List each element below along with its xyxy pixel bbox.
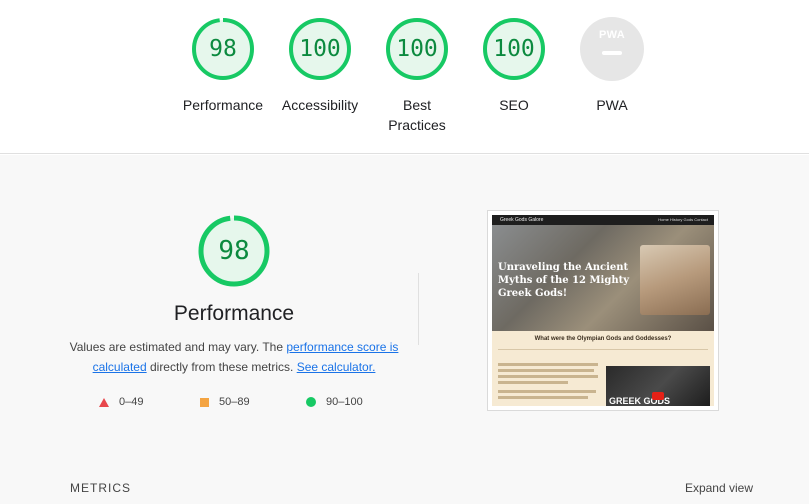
pwa-badge-icon: PWA [580, 17, 644, 81]
category-gauges-bar: 98 Performance 100 Accessibility 100 Bes… [0, 0, 809, 154]
gauge-score: 100 [299, 36, 341, 62]
square-icon [200, 397, 209, 407]
divider [418, 273, 419, 345]
triangle-icon [99, 397, 109, 407]
performance-description: Values are estimated and may vary. The p… [60, 337, 408, 377]
legend-label: 0–49 [119, 396, 144, 408]
gauge-ring: 100 [288, 17, 352, 81]
final-screenshot[interactable]: Greek Gods Galore Home History Gods Cont… [487, 210, 719, 411]
painting-image [640, 245, 710, 315]
pwa-bar [602, 51, 622, 55]
gauge-ring: 98 [191, 17, 255, 81]
gauge-label: PWA [596, 97, 628, 113]
legend-fail: 0–49 [99, 395, 143, 409]
performance-gauge: 98 [198, 215, 270, 287]
legend-label: 90–100 [326, 396, 363, 408]
pwa-badge-text: PWA [599, 29, 625, 41]
see-calculator-link[interactable]: See calculator. [297, 360, 376, 374]
desc-text: directly from these metrics. [146, 360, 297, 374]
gauge-label: Best Practices [388, 97, 446, 133]
circle-icon [306, 397, 316, 408]
desc-text: Values are estimated and may vary. The [69, 340, 287, 354]
screenshot-hero: Unraveling the Ancient Myths of the 12 M… [492, 225, 714, 331]
gauge-ring: 100 [385, 17, 449, 81]
play-icon [652, 392, 664, 400]
screenshot-image: Greek Gods Galore Home History Gods Cont… [492, 215, 714, 406]
gauge-score: 100 [396, 36, 438, 62]
screenshot-nav: Greek Gods Galore Home History Gods Cont… [492, 215, 714, 225]
expand-view-button[interactable]: Expand view [685, 481, 753, 495]
screenshot-section-title: What were the Olympian Gods and Goddesse… [534, 336, 672, 342]
gauge-accessibility[interactable]: 100 Accessibility [272, 17, 368, 115]
gauge-ring: 100 [482, 17, 546, 81]
legend-average: 50–89 [200, 395, 250, 409]
gauge-score: 98 [209, 36, 237, 62]
gauge-performance[interactable]: 98 Performance [175, 17, 271, 115]
performance-section: 98 Performance Values are estimated and … [0, 155, 809, 504]
legend-label: 50–89 [219, 396, 250, 408]
performance-score: 98 [218, 236, 250, 266]
screenshot-nav-links: Home History Gods Contact [658, 217, 708, 222]
gauge-label: SEO [499, 97, 529, 113]
gauge-label: Performance [182, 97, 264, 113]
performance-title: Performance [173, 302, 295, 325]
screenshot-video: GREEK GODS [606, 366, 710, 406]
screenshot-body-text [498, 363, 602, 399]
legend-pass: 90–100 [306, 395, 363, 409]
screenshot-brand: Greek Gods Galore [500, 217, 544, 223]
metrics-heading: METRICS [70, 481, 131, 495]
gauge-score: 100 [493, 36, 535, 62]
gauge-pwa[interactable]: PWA PWA [564, 17, 660, 115]
gauge-seo[interactable]: 100 SEO [466, 17, 562, 115]
screenshot-hero-title: Unraveling the Ancient Myths of the 12 M… [498, 262, 630, 299]
gauge-best-practices[interactable]: 100 Best Practices [369, 17, 465, 135]
gauge-label: Accessibility [281, 97, 359, 113]
screenshot-rule [498, 349, 708, 350]
